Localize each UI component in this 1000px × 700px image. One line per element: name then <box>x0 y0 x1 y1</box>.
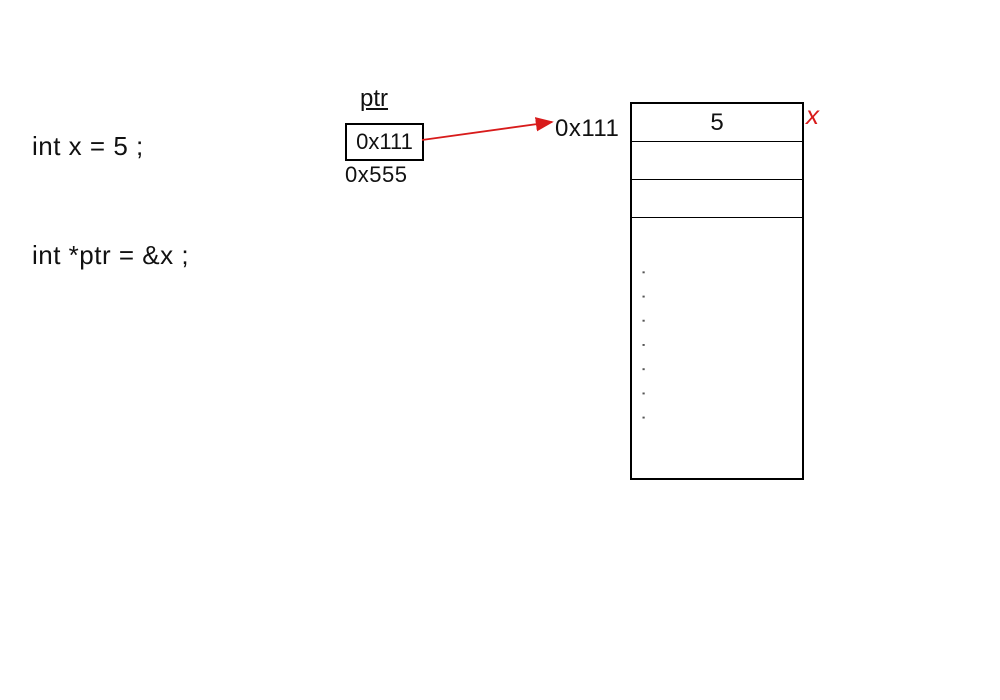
memory-address-label: 0x111 <box>555 112 619 146</box>
memory-cell-0: 5 <box>632 104 802 142</box>
memory-block: 5 · · · · · · · <box>630 102 804 480</box>
pointer-value: 0x111 <box>356 129 413 155</box>
variable-x-label: x <box>806 100 819 131</box>
code-line-2: int *ptr = &x ; <box>32 237 189 273</box>
memory-ellipsis: · · · · · · · <box>632 218 655 478</box>
pointer-own-address: 0x555 <box>345 160 407 191</box>
code-block: int x = 5 ; int *ptr = &x ; <box>32 55 189 346</box>
pointer-box: 0x111 <box>345 123 424 161</box>
memory-cell-1 <box>632 142 802 180</box>
diagram-canvas: int x = 5 ; int *ptr = &x ; ptr 0x111 0x… <box>0 0 1000 700</box>
memory-cell-2 <box>632 180 802 218</box>
code-line-1: int x = 5 ; <box>32 128 189 164</box>
pointer-label: ptr <box>360 85 388 113</box>
